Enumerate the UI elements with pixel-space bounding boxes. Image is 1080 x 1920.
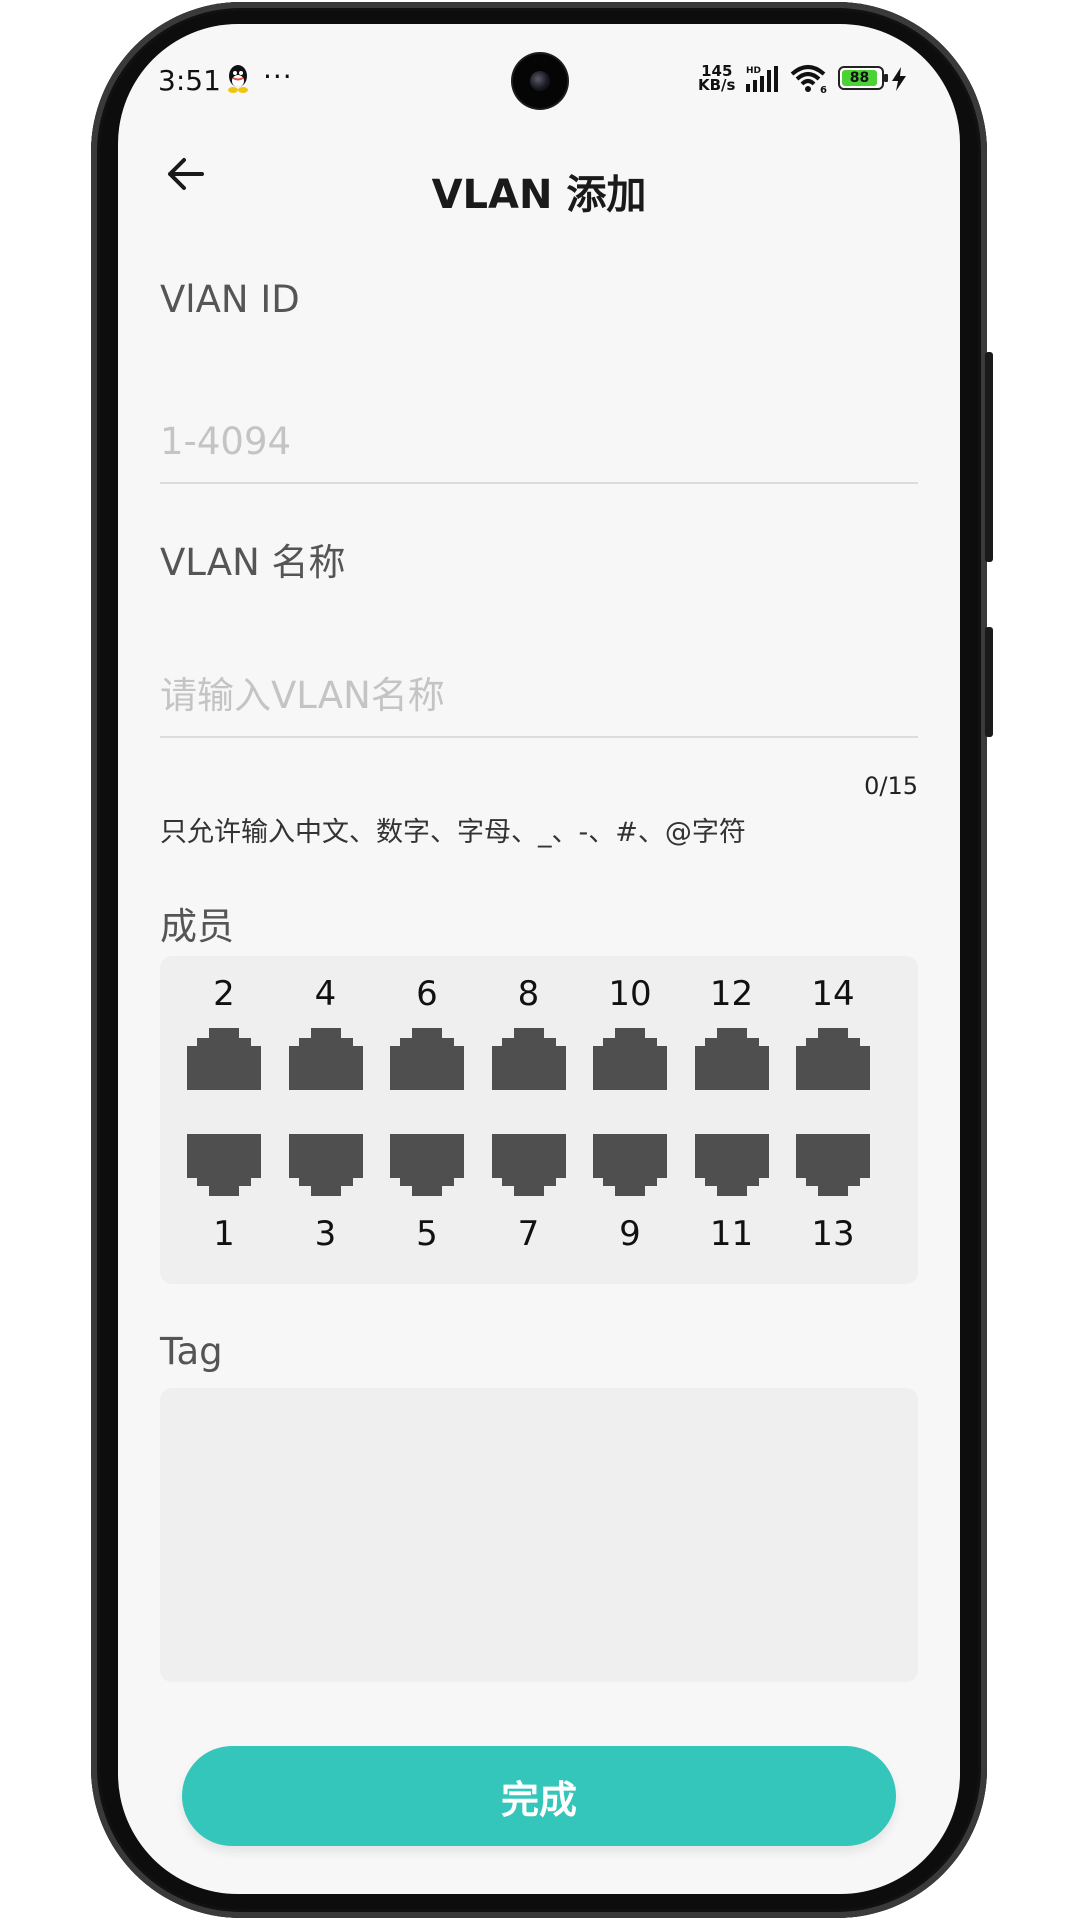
- hd-label: HD: [746, 66, 761, 76]
- port-12[interactable]: 12: [682, 974, 782, 1090]
- signal-icon: HD: [746, 66, 778, 92]
- net-speed: 145 KB/s: [698, 64, 736, 94]
- members-label: 成员: [160, 905, 234, 948]
- port-6[interactable]: 6: [377, 974, 477, 1090]
- qq-icon: [228, 65, 248, 93]
- ethernet-port-icon: [593, 1028, 667, 1090]
- port-number: 6: [416, 974, 438, 1014]
- ethernet-port-icon: [187, 1028, 261, 1090]
- port-3[interactable]: 3: [276, 1134, 376, 1254]
- done-button[interactable]: 完成: [182, 1746, 896, 1846]
- vlan-id-input[interactable]: [160, 406, 918, 476]
- port-number: 8: [517, 974, 540, 1014]
- battery-icon: 88: [838, 66, 888, 90]
- ethernet-port-icon: [491, 1134, 566, 1196]
- char-counter: 0/15: [864, 772, 918, 800]
- port-4[interactable]: 4: [276, 974, 376, 1090]
- port-5[interactable]: 5: [377, 1134, 477, 1254]
- port-7[interactable]: 7: [479, 1134, 579, 1254]
- more-notifications-icon: ···: [263, 60, 293, 93]
- ethernet-port-icon: [491, 1028, 566, 1090]
- battery-nub: [884, 74, 888, 82]
- port-13[interactable]: 13: [783, 1134, 883, 1254]
- port-number: 11: [709, 1214, 754, 1254]
- port-10[interactable]: 10: [580, 974, 680, 1090]
- ports-panel: 2 4 6 8 10 12 14 1 3 5 7 9 11 13: [160, 956, 918, 1284]
- battery-level: 88: [842, 70, 877, 86]
- ethernet-port-icon: [390, 1134, 464, 1196]
- port-9[interactable]: 9: [580, 1134, 680, 1254]
- volume-button: [985, 352, 993, 562]
- vlan-id-divider: [160, 482, 918, 484]
- ethernet-port-icon: [288, 1028, 363, 1090]
- vlan-name-divider: [160, 736, 918, 738]
- port-2[interactable]: 2: [174, 974, 274, 1090]
- port-number: 3: [314, 1214, 337, 1254]
- vlan-name-input[interactable]: [160, 660, 918, 730]
- ethernet-port-icon: [390, 1028, 464, 1090]
- ethernet-port-icon: [593, 1134, 667, 1196]
- port-number: 12: [709, 974, 754, 1014]
- port-8[interactable]: 8: [479, 974, 579, 1090]
- ethernet-port-icon: [796, 1134, 870, 1196]
- ethernet-port-icon: [288, 1134, 363, 1196]
- tag-panel: [160, 1388, 918, 1682]
- power-button: [985, 627, 993, 737]
- wifi-icon: 6: [790, 65, 827, 94]
- charging-icon: [892, 67, 906, 91]
- port-number: 1: [213, 1214, 235, 1254]
- wifi-label: 6: [820, 85, 827, 94]
- status-time: 3:51: [158, 64, 221, 97]
- port-number: 9: [619, 1214, 641, 1254]
- ethernet-port-icon: [796, 1028, 870, 1090]
- port-11[interactable]: 11: [682, 1134, 782, 1254]
- port-number: 13: [811, 1214, 855, 1254]
- front-camera: [513, 54, 567, 108]
- ethernet-port-icon: [187, 1134, 261, 1196]
- vlan-name-label: VLAN 名称: [160, 541, 346, 584]
- ethernet-port-icon: [694, 1134, 769, 1196]
- port-number: 2: [213, 974, 235, 1014]
- port-number: 7: [517, 1214, 540, 1254]
- input-hint: 只允许输入中文、数字、字母、_、-、#、@字符: [160, 817, 746, 848]
- vlan-id-label: VlAN ID: [160, 278, 300, 321]
- port-number: 5: [416, 1214, 438, 1254]
- port-number: 14: [811, 974, 855, 1014]
- screen: 3:51 ··· 145 KB/s HD 6 88 VLAN 添加 VlAN I…: [118, 24, 960, 1894]
- ethernet-port-icon: [694, 1028, 769, 1090]
- page-title: VLAN 添加: [431, 172, 647, 218]
- port-number: 10: [608, 974, 652, 1014]
- tag-label: Tag: [160, 1330, 223, 1373]
- port-14[interactable]: 14: [783, 974, 883, 1090]
- net-speed-unit: KB/s: [698, 76, 736, 94]
- port-number: 4: [314, 974, 337, 1014]
- port-1[interactable]: 1: [174, 1134, 274, 1254]
